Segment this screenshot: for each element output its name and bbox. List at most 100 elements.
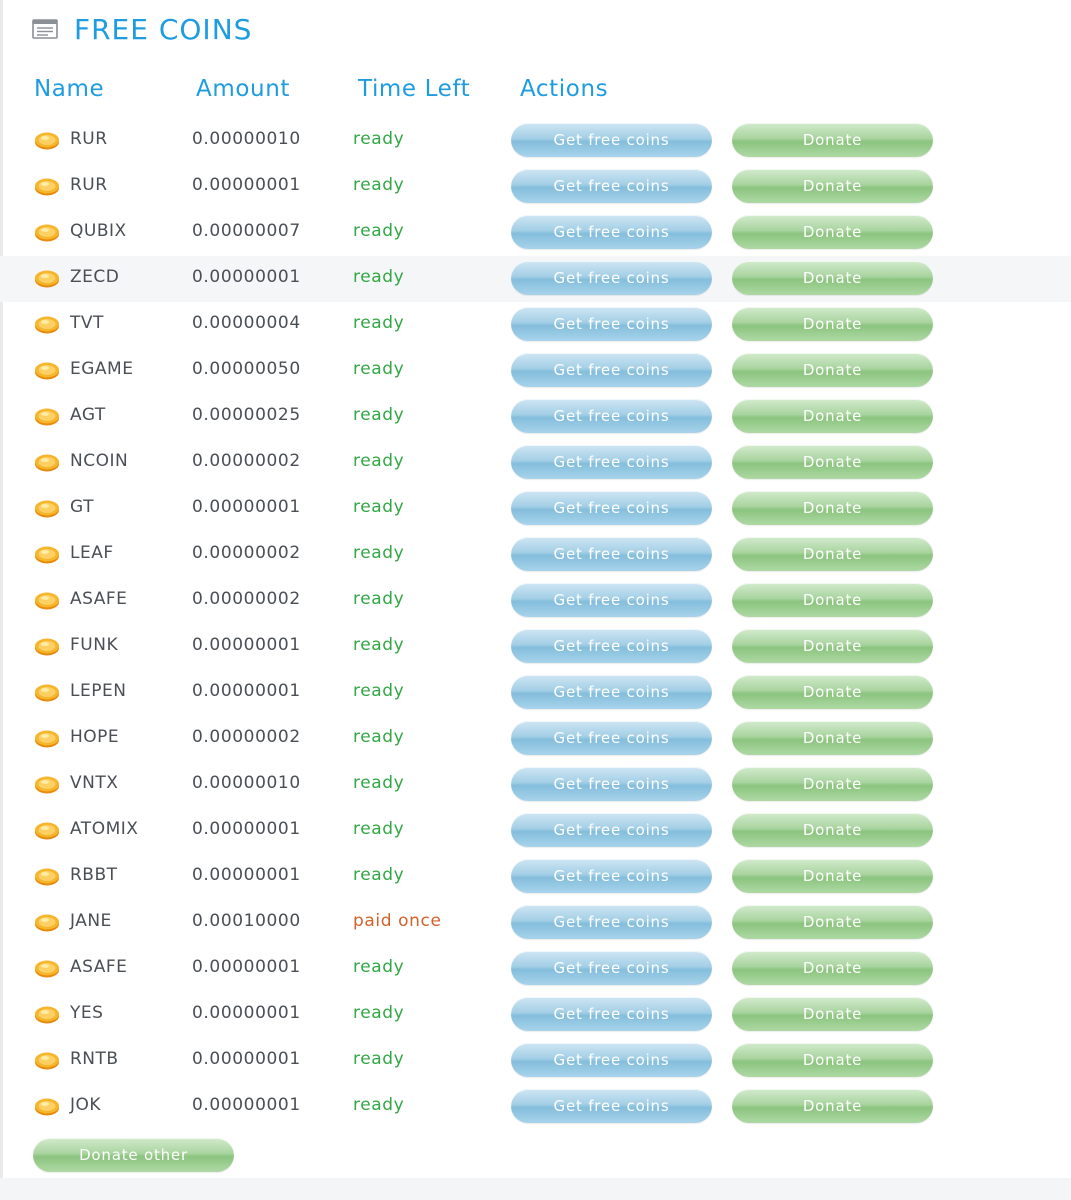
get-free-coins-button[interactable]: Get free coins (511, 629, 712, 663)
coin-icon (34, 500, 60, 518)
coin-name: ATOMIX (70, 819, 139, 839)
coin-name: QUBIX (70, 221, 127, 241)
table-row: YES 0.00000001 ready Get free coins Donate (0, 992, 1071, 1038)
coin-amount: 0.00000002 (192, 589, 301, 609)
donate-button[interactable]: Donate (732, 215, 933, 249)
coin-amount: 0.00000001 (192, 681, 301, 701)
donate-button[interactable]: Donate (732, 813, 933, 847)
list-icon (32, 19, 58, 39)
time-left-status: ready (353, 175, 405, 195)
coin-name: ZECD (70, 267, 120, 287)
get-free-coins-button[interactable]: Get free coins (511, 675, 712, 709)
table-row: AGT 0.00000025 ready Get free coins Donate (0, 394, 1071, 440)
get-free-coins-button[interactable]: Get free coins (511, 1089, 712, 1123)
coin-amount: 0.00000002 (192, 451, 301, 471)
coin-amount: 0.00000001 (192, 1095, 301, 1115)
donate-button[interactable]: Donate (732, 1089, 933, 1123)
get-free-coins-button[interactable]: Get free coins (511, 445, 712, 479)
coin-name: HOPE (70, 727, 120, 747)
get-free-coins-button[interactable]: Get free coins (511, 261, 712, 295)
coin-amount: 0.00000001 (192, 1003, 301, 1023)
donate-button[interactable]: Donate (732, 537, 933, 571)
get-free-coins-button[interactable]: Get free coins (511, 307, 712, 341)
donate-button[interactable]: Donate (732, 169, 933, 203)
get-free-coins-button[interactable]: Get free coins (511, 537, 712, 571)
coin-amount: 0.00000050 (192, 359, 301, 379)
get-free-coins-button[interactable]: Get free coins (511, 721, 712, 755)
table-row: LEPEN 0.00000001 ready Get free coins Donate (0, 670, 1071, 716)
get-free-coins-button[interactable]: Get free coins (511, 813, 712, 847)
coin-name: RBBT (70, 865, 118, 885)
table-row: RNTB 0.00000001 ready Get free coins Donate (0, 1038, 1071, 1084)
column-header-actions: Actions (520, 76, 609, 102)
donate-button[interactable]: Donate (732, 491, 933, 525)
donate-button[interactable]: Donate (732, 629, 933, 663)
coin-name: RNTB (70, 1049, 119, 1069)
table-row: ASAFE 0.00000001 ready Get free coins Donate (0, 946, 1071, 992)
coin-amount: 0.00000001 (192, 267, 301, 287)
time-left-status: ready (353, 1095, 405, 1115)
donate-button[interactable]: Donate (732, 123, 933, 157)
get-free-coins-button[interactable]: Get free coins (511, 215, 712, 249)
coin-name: JOK (70, 1095, 102, 1115)
coin-icon (34, 960, 60, 978)
coin-name: NCOIN (70, 451, 129, 471)
table-row: RBBT 0.00000001 ready Get free coins Donate (0, 854, 1071, 900)
get-free-coins-button[interactable]: Get free coins (511, 997, 712, 1031)
donate-button[interactable]: Donate (732, 1043, 933, 1077)
get-free-coins-button[interactable]: Get free coins (511, 859, 712, 893)
table-row: GT 0.00000001 ready Get free coins Donate (0, 486, 1071, 532)
donate-other-button[interactable]: Donate other (33, 1138, 234, 1172)
get-free-coins-button[interactable]: Get free coins (511, 123, 712, 157)
get-free-coins-button[interactable]: Get free coins (511, 583, 712, 617)
time-left-status: ready (353, 727, 405, 747)
time-left-status: ready (353, 865, 405, 885)
get-free-coins-button[interactable]: Get free coins (511, 767, 712, 801)
page-title: FREE COINS (74, 12, 253, 46)
table-row: EGAME 0.00000050 ready Get free coins Donate (0, 348, 1071, 394)
donate-button[interactable]: Donate (732, 721, 933, 755)
donate-button[interactable]: Donate (732, 583, 933, 617)
time-left-status: ready (353, 1049, 405, 1069)
donate-button[interactable]: Donate (732, 859, 933, 893)
donate-button[interactable]: Donate (732, 767, 933, 801)
coin-amount: 0.00000001 (192, 819, 301, 839)
donate-button[interactable]: Donate (732, 445, 933, 479)
coin-name: AGT (70, 405, 106, 425)
donate-button[interactable]: Donate (732, 307, 933, 341)
get-free-coins-button[interactable]: Get free coins (511, 169, 712, 203)
coin-icon (34, 316, 60, 334)
donate-button[interactable]: Donate (732, 905, 933, 939)
donate-button[interactable]: Donate (732, 997, 933, 1031)
coin-amount: 0.00000010 (192, 129, 301, 149)
coin-amount: 0.00000001 (192, 1049, 301, 1069)
get-free-coins-button[interactable]: Get free coins (511, 399, 712, 433)
table-row: RUR 0.00000010 ready Get free coins Donate (0, 118, 1071, 164)
time-left-status: ready (353, 589, 405, 609)
time-left-status: ready (353, 681, 405, 701)
donate-button[interactable]: Donate (732, 399, 933, 433)
coin-name: RUR (70, 175, 108, 195)
coin-amount: 0.00000001 (192, 865, 301, 885)
donate-button[interactable]: Donate (732, 353, 933, 387)
get-free-coins-button[interactable]: Get free coins (511, 905, 712, 939)
get-free-coins-button[interactable]: Get free coins (511, 1043, 712, 1077)
donate-button[interactable]: Donate (732, 951, 933, 985)
donate-button[interactable]: Donate (732, 261, 933, 295)
coin-name: ASAFE (70, 589, 128, 609)
table-row: FUNK 0.00000001 ready Get free coins Donate (0, 624, 1071, 670)
coin-amount: 0.00000002 (192, 543, 301, 563)
coin-name: FUNK (70, 635, 119, 655)
coin-amount: 0.00000001 (192, 175, 301, 195)
coin-amount: 0.00000010 (192, 773, 301, 793)
get-free-coins-button[interactable]: Get free coins (511, 951, 712, 985)
table-row: JANE 0.00010000 paid once Get free coins Don… (0, 900, 1071, 946)
column-header-time-left: Time Left (358, 76, 471, 102)
get-free-coins-button[interactable]: Get free coins (511, 491, 712, 525)
time-left-status: ready (353, 957, 405, 977)
donate-button[interactable]: Donate (732, 675, 933, 709)
table-row: ATOMIX 0.00000001 ready Get free coins Donat… (0, 808, 1071, 854)
get-free-coins-button[interactable]: Get free coins (511, 353, 712, 387)
coin-icon (34, 132, 60, 150)
table-row: TVT 0.00000004 ready Get free coins Donate (0, 302, 1071, 348)
